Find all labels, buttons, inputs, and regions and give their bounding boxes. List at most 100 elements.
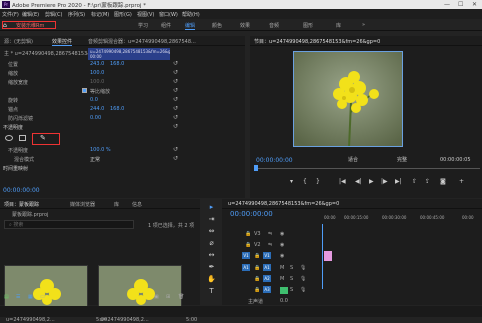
marker-icon[interactable]: ▾ (290, 178, 293, 185)
workspace-editing[interactable]: 编辑 (185, 22, 196, 30)
solo-button[interactable]: S (290, 265, 293, 271)
extract-icon[interactable]: ⇪ (425, 178, 430, 185)
effect-controls-timecode[interactable]: 00:00:00:00 (3, 187, 40, 194)
mic-icon[interactable]: 🎙 (300, 276, 306, 282)
property-value[interactable]: 100.0 (90, 70, 104, 76)
tab-media-browser[interactable]: 媒体浏览器 (70, 201, 95, 208)
menu-view[interactable]: 视图(V) (137, 11, 154, 18)
mute-button[interactable]: M (280, 276, 284, 282)
source-patch-toggle[interactable]: A1 (242, 264, 250, 271)
property-value[interactable]: 0.0 (90, 97, 98, 103)
type-tool-icon[interactable]: T (207, 287, 216, 296)
freeform-view-icon[interactable]: ▭ (40, 294, 45, 300)
lock-icon[interactable]: 🔒 (254, 287, 260, 293)
reset-icon[interactable]: ↺ (173, 87, 178, 94)
reset-icon[interactable]: ↺ (173, 114, 178, 121)
lock-icon[interactable]: 🔒 (254, 253, 260, 259)
reset-icon[interactable]: ↺ (173, 96, 178, 103)
property-row[interactable]: 位置 243.0 168.0 ↺ (0, 60, 245, 69)
track-name[interactable]: V1 (263, 252, 271, 259)
blend-mode-select[interactable]: 正常 (90, 156, 100, 163)
reset-icon[interactable]: ↺ (173, 155, 178, 162)
tab-program[interactable]: 节目：u=2474990498,2867548153&fm=26&gp=0 (254, 38, 380, 45)
property-row[interactable]: 混合模式 正常 ↺ (0, 155, 245, 164)
track-select-tool-icon[interactable]: ⇥ (207, 215, 216, 224)
track-name[interactable]: A1 (263, 264, 271, 271)
razor-tool-icon[interactable]: ⌀ (207, 239, 216, 248)
menu-help[interactable]: 帮助(H) (182, 11, 200, 18)
lift-icon[interactable]: ⇧ (412, 178, 417, 185)
clip-bar[interactable]: u=2474990498,2867548153&fm=26&gp=0 00:00 (88, 48, 170, 60)
menu-graphics[interactable]: 图形(G) (114, 11, 132, 18)
slip-tool-icon[interactable]: ↔ (207, 251, 216, 260)
list-view-icon[interactable]: ☰ (16, 294, 20, 300)
mark-out-icon[interactable]: } (316, 178, 320, 185)
eye-icon[interactable]: ◉ (280, 242, 284, 248)
reset-icon[interactable]: ↺ (173, 105, 178, 112)
time-ruler[interactable]: 00:00 00:00:15:00 00:00:30:00 00:00:45:0… (322, 215, 480, 223)
property-value-2[interactable]: 168.0 (110, 106, 124, 112)
sync-lock-icon[interactable]: ⇋ (268, 242, 272, 248)
lock-icon[interactable]: 🔒 (254, 265, 260, 271)
camera-icon[interactable]: ◙ (440, 178, 446, 185)
workspace-more[interactable]: » (362, 22, 365, 28)
workspace-learn[interactable]: 学习 (138, 22, 148, 29)
property-row[interactable]: 旋转 0.0 ↺ (0, 96, 245, 105)
icon-view-icon[interactable]: ▦ (28, 294, 33, 300)
lock-icon[interactable]: 🔒 (245, 231, 251, 237)
solo-button[interactable]: S (290, 287, 293, 293)
video-clip[interactable] (324, 251, 332, 261)
property-value[interactable]: 100.0 % (90, 147, 111, 153)
button-editor-icon[interactable]: + (459, 178, 464, 185)
menu-marker[interactable]: 标记(M) (91, 11, 109, 18)
go-to-in-icon[interactable]: |◀ (339, 178, 346, 185)
lock-icon[interactable]: ▤ (4, 294, 9, 300)
property-row[interactable]: 防闪烁滤镜 0.00 ↺ (0, 114, 245, 123)
mute-button[interactable]: M (280, 265, 284, 271)
program-timecode[interactable]: 00:00:00:00 (256, 157, 293, 164)
menu-window[interactable]: 窗口(W) (159, 11, 178, 18)
mute-button[interactable] (280, 287, 288, 294)
close-button[interactable]: ✕ (472, 1, 477, 8)
play-icon[interactable]: ▶ (369, 178, 374, 185)
property-row[interactable]: 时间重映射 (0, 164, 245, 173)
property-value[interactable]: 100.0 (90, 79, 104, 85)
menu-sequence[interactable]: 序列(S) (68, 11, 85, 18)
pen-mask-icon[interactable]: ✎ (40, 134, 46, 142)
selection-tool-icon[interactable]: ▸ (207, 203, 216, 212)
resolution-select[interactable]: 完整 (397, 156, 407, 163)
reset-icon[interactable]: ↺ (173, 146, 178, 153)
sync-lock-icon[interactable]: ⇋ (268, 231, 272, 237)
step-forward-icon[interactable]: |▶ (381, 178, 388, 185)
lock-icon[interactable]: 🔒 (254, 276, 260, 282)
tab-audio-mixer[interactable]: 音频剪辑混合器：u=2474990498,2867548... (88, 38, 196, 45)
property-row[interactable]: 等比缩放 ↺ (0, 87, 245, 96)
lock-icon[interactable]: 🔒 (245, 242, 251, 248)
mic-icon[interactable]: 🎙 (300, 265, 306, 271)
tab-sequence[interactable]: u=2474990498,2867548153&fm=26&gp=0 (228, 201, 339, 207)
uniform-scale-checkbox[interactable] (82, 88, 87, 93)
workspace-graphics[interactable]: 图形 (303, 22, 313, 29)
tab-effect-controls[interactable]: 效果控件 (52, 38, 73, 46)
fit-select[interactable]: 适合 (348, 156, 358, 163)
mark-in-icon[interactable]: { (303, 178, 307, 185)
ripple-edit-tool-icon[interactable]: ⇔ (207, 227, 216, 236)
track-name[interactable]: A2 (263, 275, 271, 282)
menu-edit[interactable]: 编辑(E) (22, 11, 39, 18)
source-patch-toggle[interactable]: V1 (242, 252, 250, 259)
playhead[interactable] (254, 165, 258, 171)
new-bin-icon[interactable]: ▣ (154, 294, 159, 300)
tab-project[interactable]: 项目：蒙板跟踪 (4, 201, 39, 208)
hand-tool-icon[interactable]: ✋ (207, 275, 216, 284)
property-row[interactable]: 不透明度 ↺ (0, 123, 245, 132)
property-value[interactable]: 243.0 (90, 61, 104, 67)
minimize-button[interactable]: — (444, 1, 450, 8)
rectangle-mask-icon[interactable] (19, 135, 26, 141)
property-value[interactable]: 244.0 (90, 106, 104, 112)
master-track-value[interactable]: 0.0 (280, 298, 288, 304)
reset-icon[interactable]: ↺ (173, 60, 178, 67)
property-row[interactable]: 不透明度 100.0 % ↺ (0, 146, 245, 155)
go-to-out-icon[interactable]: ▶| (395, 178, 402, 185)
workspace-libraries[interactable]: 库 (336, 22, 341, 29)
property-value-2[interactable]: 168.0 (110, 61, 124, 67)
